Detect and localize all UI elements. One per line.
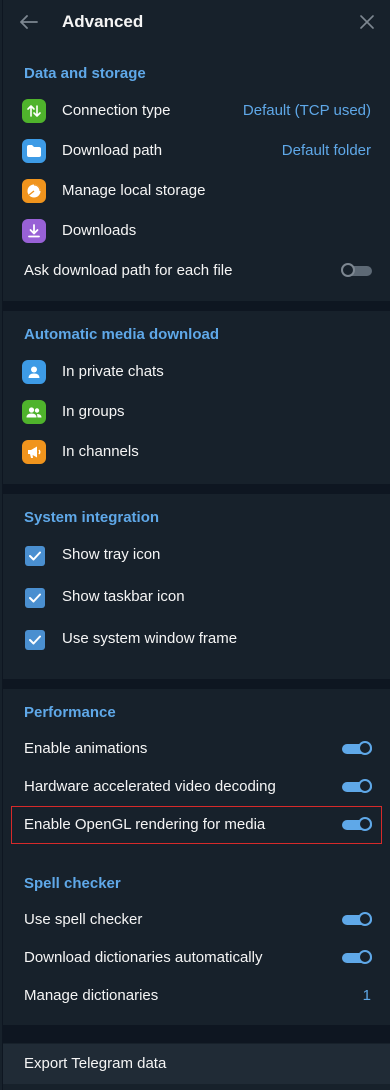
- tray-icon-row[interactable]: Show tray icon: [3, 535, 390, 577]
- taskbar-icon-row[interactable]: Show taskbar icon: [3, 577, 390, 619]
- manage-dicts-row[interactable]: Manage dictionaries 1: [3, 977, 390, 1015]
- section-title-system-integration: System integration: [24, 509, 160, 526]
- section-divider: [3, 484, 390, 494]
- connection-type-row[interactable]: Connection type Default (TCP used): [3, 91, 390, 131]
- section-divider: [3, 679, 390, 689]
- download-dicts-toggle[interactable]: [341, 950, 373, 966]
- hw-video-row[interactable]: Hardware accelerated video decoding: [3, 768, 390, 806]
- arrow-left-icon: [20, 15, 38, 29]
- section-title-auto-media: Automatic media download: [24, 326, 220, 343]
- export-data-row[interactable]: Export Telegram data: [3, 1044, 390, 1084]
- group-icon: [22, 400, 46, 424]
- download-path-value: Default folder: [281, 142, 371, 159]
- opengl-highlight-box: [11, 806, 382, 844]
- section-title-data-storage: Data and storage: [24, 65, 146, 82]
- download-icon: [22, 219, 46, 243]
- downloads-label: Downloads: [62, 222, 137, 239]
- manage-storage-row[interactable]: Manage local storage: [3, 171, 390, 211]
- section-divider: [3, 1025, 390, 1043]
- use-spell-checker-row[interactable]: Use spell checker: [3, 901, 390, 939]
- taskbar-icon-checkbox[interactable]: [25, 588, 45, 608]
- toggle-knob: [358, 950, 372, 964]
- channels-label: In channels: [62, 443, 139, 460]
- toggle-knob: [358, 912, 372, 926]
- animations-label: Enable animations: [24, 740, 148, 757]
- section-title-performance: Performance: [24, 704, 116, 721]
- user-icon: [22, 360, 46, 384]
- manage-dicts-label: Manage dictionaries: [24, 987, 159, 1004]
- checkmark-icon: [29, 593, 41, 603]
- tray-icon-label: Show tray icon: [62, 546, 161, 563]
- download-path-label: Download path: [62, 142, 163, 159]
- connection-type-label: Connection type: [62, 102, 171, 119]
- close-icon: [360, 15, 374, 29]
- hw-video-label: Hardware accelerated video decoding: [24, 778, 276, 795]
- back-button[interactable]: [17, 10, 41, 34]
- download-dicts-row[interactable]: Download dictionaries automatically: [3, 939, 390, 977]
- toggle-knob: [358, 779, 372, 793]
- use-spell-checker-label: Use spell checker: [24, 911, 143, 928]
- downloads-row[interactable]: Downloads: [3, 211, 390, 251]
- animations-row[interactable]: Enable animations: [3, 730, 390, 768]
- window-frame-label: Use system window frame: [62, 630, 238, 647]
- page-title: Advanced: [62, 12, 144, 31]
- export-data-label: Export Telegram data: [24, 1055, 167, 1072]
- private-chats-label: In private chats: [62, 363, 164, 380]
- pie-chart-icon: [22, 179, 46, 203]
- connection-type-icon: [22, 99, 46, 123]
- folder-icon: [22, 139, 46, 163]
- window-frame-row[interactable]: Use system window frame: [3, 619, 390, 661]
- download-dicts-label: Download dictionaries automatically: [24, 949, 263, 966]
- connection-type-value: Default (TCP used): [242, 102, 371, 119]
- hw-video-toggle[interactable]: [341, 779, 373, 795]
- ask-download-path-toggle[interactable]: [341, 263, 373, 279]
- toggle-knob: [358, 741, 372, 755]
- toggle-knob: [341, 263, 355, 277]
- window-frame-checkbox[interactable]: [25, 630, 45, 650]
- ask-download-path-row[interactable]: Ask download path for each file: [3, 251, 390, 291]
- ask-download-path-label: Ask download path for each file: [24, 262, 233, 279]
- private-chats-row[interactable]: In private chats: [3, 352, 390, 392]
- checkmark-icon: [29, 635, 41, 645]
- groups-row[interactable]: In groups: [3, 392, 390, 432]
- section-divider: [3, 301, 390, 311]
- advanced-settings-panel: Advanced Data and storage Connection typ…: [2, 0, 390, 1090]
- download-path-row[interactable]: Download path Default folder: [3, 131, 390, 171]
- manage-dicts-count: 1: [362, 987, 371, 1004]
- megaphone-icon: [22, 440, 46, 464]
- channels-row[interactable]: In channels: [3, 432, 390, 472]
- tray-icon-checkbox[interactable]: [25, 546, 45, 566]
- use-spell-checker-toggle[interactable]: [341, 912, 373, 928]
- animations-toggle[interactable]: [341, 741, 373, 757]
- close-button[interactable]: [355, 10, 379, 34]
- checkmark-icon: [29, 551, 41, 561]
- groups-label: In groups: [62, 403, 125, 420]
- section-title-spell-checker: Spell checker: [24, 875, 121, 892]
- header: Advanced: [3, 0, 390, 44]
- manage-storage-label: Manage local storage: [62, 182, 206, 199]
- taskbar-icon-label: Show taskbar icon: [62, 588, 185, 605]
